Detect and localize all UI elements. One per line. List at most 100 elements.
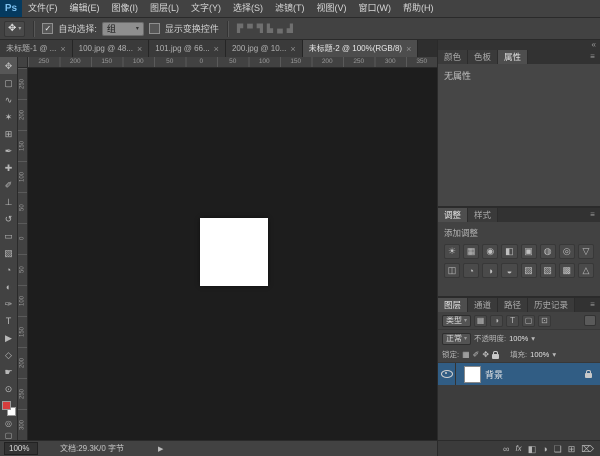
adjustment-icon[interactable]: ◒ — [501, 263, 517, 278]
screen-mode-icon[interactable]: ▢ — [5, 431, 13, 440]
opacity-value[interactable]: 100% — [509, 334, 528, 343]
photoshop-logo-icon[interactable]: Ps — [0, 0, 22, 17]
document-tab[interactable]: 未标题-2 @ 100%(RGB/8) × — [303, 40, 419, 57]
document-tab[interactable]: 101.jpg @ 66... × — [149, 40, 226, 57]
layer-thumbnail[interactable] — [465, 367, 480, 382]
layer-filter-icon[interactable]: ⊡ — [538, 315, 551, 327]
adjustment-icon[interactable]: △ — [578, 263, 594, 278]
quick-mask-icon[interactable]: ◎ — [5, 419, 12, 428]
tab-close-icon[interactable]: × — [406, 44, 411, 54]
lock-all-icon[interactable] — [492, 354, 499, 359]
canvas-area[interactable] — [28, 68, 437, 440]
menu-item[interactable]: 编辑(E) — [64, 0, 106, 17]
lock-option-icon[interactable]: ✐ — [473, 350, 480, 359]
auto-select-checkbox[interactable]: ✓ — [42, 23, 53, 34]
lasso-tool[interactable]: ∿ — [0, 91, 17, 108]
align-icon[interactable]: ▙ — [266, 24, 274, 33]
adjustment-icon[interactable]: ▧ — [540, 263, 556, 278]
layer-list-empty-area[interactable] — [438, 385, 600, 440]
align-icon[interactable]: ▄ — [276, 24, 284, 33]
gradient-tool[interactable]: ▧ — [0, 244, 17, 261]
adjustment-icon[interactable]: ☀ — [444, 244, 460, 259]
show-transform-checkbox[interactable] — [149, 23, 160, 34]
eraser-tool[interactable]: ▭ — [0, 227, 17, 244]
align-icon[interactable]: ▀ — [246, 24, 254, 33]
document-tab[interactable]: 未标题-1 @ ... × — [0, 40, 73, 57]
adjustment-icon[interactable]: ◉ — [482, 244, 498, 259]
panel-menu-icon[interactable]: ≡ — [585, 50, 600, 64]
panel-tab[interactable]: 历史记录 — [528, 298, 575, 312]
type-tool[interactable]: T — [0, 312, 17, 329]
auto-select-mode-dropdown[interactable]: 组 ▾ — [102, 22, 144, 36]
foreground-color-swatch[interactable] — [2, 401, 11, 410]
history-brush-tool[interactable]: ↺ — [0, 210, 17, 227]
layer-style-icon[interactable]: fx — [515, 442, 521, 456]
quick-selection-tool[interactable]: ✶ — [0, 108, 17, 125]
link-layers-icon[interactable]: ∞ — [503, 442, 509, 456]
menu-item[interactable]: 帮助(H) — [397, 0, 440, 17]
layer-row[interactable]: 背景 — [438, 363, 600, 385]
adjustment-icon[interactable]: ▩ — [559, 263, 575, 278]
crop-tool[interactable]: ⊞ — [0, 125, 17, 142]
zoom-level-field[interactable]: 100% — [4, 442, 38, 455]
menu-item[interactable]: 文字(Y) — [185, 0, 227, 17]
adjustment-icon[interactable]: ◍ — [540, 244, 556, 259]
fill-value[interactable]: 100% — [530, 350, 549, 359]
adjustment-icon[interactable]: ▣ — [521, 244, 537, 259]
layer-filter-icon[interactable]: ▢ — [522, 315, 535, 327]
adjustment-icon[interactable]: ◎ — [559, 244, 575, 259]
panel-tab[interactable]: 图层 — [438, 298, 468, 312]
new-group-icon[interactable]: ❏ — [554, 442, 562, 456]
adjustment-icon[interactable]: ◔ — [463, 263, 479, 278]
rectangular-marquee-tool[interactable]: ▢ — [0, 74, 17, 91]
document-tab[interactable]: 100.jpg @ 48... × — [73, 40, 150, 57]
layer-filter-icon[interactable]: ◑ — [490, 315, 503, 327]
panel-tab[interactable]: 颜色 — [438, 50, 468, 64]
hand-tool[interactable]: ☛ — [0, 363, 17, 380]
lock-option-icon[interactable]: ✥ — [482, 350, 489, 359]
layer-filter-icon[interactable]: ▦ — [474, 315, 487, 327]
move-tool[interactable]: ✥ — [0, 57, 17, 74]
tab-close-icon[interactable]: × — [290, 44, 295, 54]
adjustment-icon[interactable]: ◫ — [444, 263, 460, 278]
panel-tab[interactable]: 属性 — [498, 50, 528, 64]
layer-filter-kind-dropdown[interactable]: 类型 ▾ — [442, 315, 471, 327]
align-icon[interactable]: ▛ — [236, 24, 244, 33]
status-options-arrow-icon[interactable]: ▶ — [158, 445, 163, 453]
visibility-toggle[interactable] — [438, 363, 456, 385]
layer-filter-icon[interactable]: T — [506, 315, 519, 327]
tab-close-icon[interactable]: × — [60, 44, 65, 54]
pen-tool[interactable]: ✑ — [0, 295, 17, 312]
adjustment-icon[interactable]: ◧ — [501, 244, 517, 259]
menu-item[interactable]: 窗口(W) — [353, 0, 398, 17]
vertical-ruler[interactable]: 25020015010050050100150200250300 — [18, 68, 28, 440]
add-layer-mask-icon[interactable]: ◧ — [528, 442, 537, 456]
menu-item[interactable]: 选择(S) — [227, 0, 269, 17]
shape-tool[interactable]: ◇ — [0, 346, 17, 363]
tab-close-icon[interactable]: × — [214, 44, 219, 54]
panel-tab[interactable]: 通道 — [468, 298, 498, 312]
eyedropper-tool[interactable]: ✒ — [0, 142, 17, 159]
collapse-panels-icon[interactable]: « — [592, 40, 596, 50]
panel-tab[interactable]: 路径 — [498, 298, 528, 312]
panel-tab[interactable]: 样式 — [468, 208, 498, 222]
new-layer-icon[interactable]: ⊞ — [568, 442, 576, 456]
menu-item[interactable]: 图层(L) — [144, 0, 185, 17]
blur-tool[interactable]: ◔ — [0, 261, 17, 278]
color-swatches[interactable] — [2, 401, 16, 416]
path-selection-tool[interactable]: ▶ — [0, 329, 17, 346]
tab-close-icon[interactable]: × — [137, 44, 142, 54]
menu-item[interactable]: 视图(V) — [311, 0, 353, 17]
adjustment-icon[interactable]: ◑ — [482, 263, 498, 278]
healing-brush-tool[interactable]: ✚ — [0, 159, 17, 176]
menu-item[interactable]: 图像(I) — [106, 0, 145, 17]
document-tab[interactable]: 200.jpg @ 10... × — [226, 40, 303, 57]
chevron-down-icon[interactable]: ▾ — [552, 350, 556, 359]
adjustment-icon[interactable]: ▽ — [578, 244, 594, 259]
delete-layer-icon[interactable]: ⌦ — [581, 442, 594, 456]
horizontal-ruler[interactable]: 25020015010050050100150200250300350 — [28, 57, 437, 68]
panel-menu-icon[interactable]: ≡ — [585, 208, 600, 222]
layer-filter-toggle[interactable] — [584, 315, 596, 326]
panel-tab[interactable]: 调整 — [438, 208, 468, 222]
lock-option-icon[interactable]: ▦ — [462, 350, 470, 359]
